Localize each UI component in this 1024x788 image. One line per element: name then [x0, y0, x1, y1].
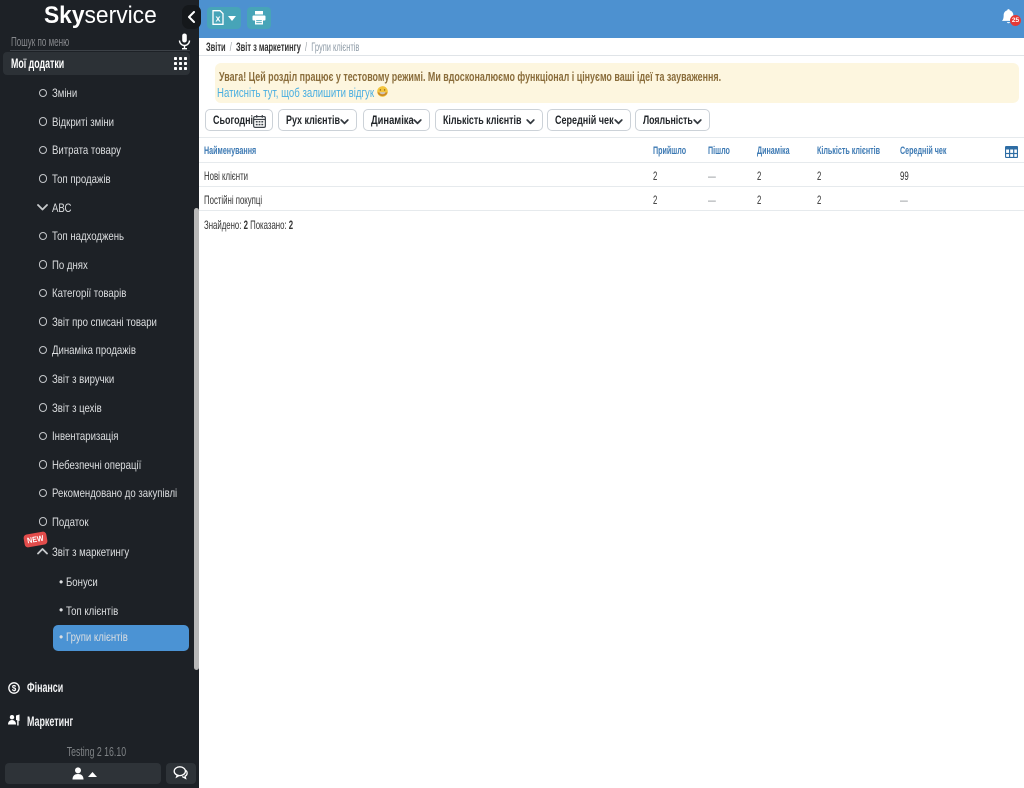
svg-text:x: x	[215, 14, 220, 24]
svg-text:$: $	[12, 684, 17, 693]
